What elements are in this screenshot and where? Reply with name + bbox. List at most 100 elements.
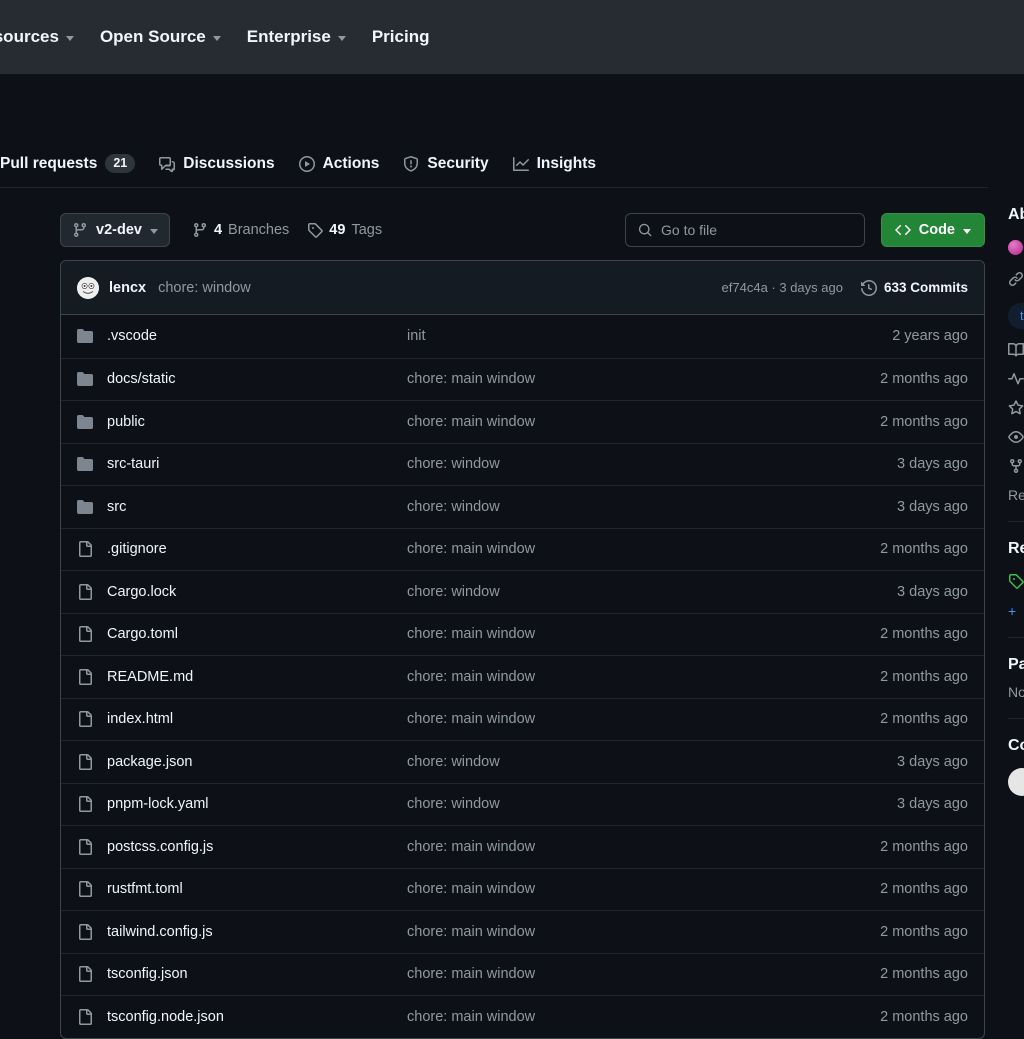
file-commit-message[interactable]: init bbox=[407, 328, 892, 344]
file-row[interactable]: package.json chore: window 3 days ago bbox=[61, 740, 984, 783]
avatar[interactable] bbox=[1008, 768, 1024, 796]
tab-insights[interactable]: Insights bbox=[512, 154, 596, 173]
file-row[interactable]: src chore: window 3 days ago bbox=[61, 485, 984, 528]
homepage-link[interactable]: https:// bbox=[1008, 271, 1024, 287]
file-name[interactable]: README.md bbox=[107, 669, 407, 685]
tags-count: 49 bbox=[329, 222, 346, 238]
tag-icon bbox=[1009, 573, 1024, 589]
commit-message[interactable]: chore: window bbox=[158, 280, 251, 296]
go-to-file-search[interactable] bbox=[624, 213, 865, 247]
file-row[interactable]: rustfmt.toml chore: main window 2 months a… bbox=[61, 867, 984, 911]
file-row[interactable]: src-tauri chore: window 3 days ago bbox=[61, 442, 984, 486]
file-icon bbox=[79, 753, 92, 770]
tags-link[interactable]: 49 Tags bbox=[307, 222, 382, 238]
file-name[interactable]: package.json bbox=[107, 754, 407, 770]
file-row[interactable]: tsconfig.json chore: main window 2 months … bbox=[61, 952, 984, 996]
repo-description: Wrapper bbox=[1008, 238, 1024, 258]
file-commit-message[interactable]: chore: main window bbox=[407, 371, 880, 387]
tab-discussions[interactable]: Discussions bbox=[159, 154, 275, 173]
file-commit-message[interactable]: chore: main window bbox=[407, 839, 880, 855]
file-name[interactable]: postcss.config.js bbox=[107, 839, 407, 855]
global-nav-label: Resources bbox=[0, 27, 59, 46]
sidebar-stat-stars[interactable]: Stars bbox=[1008, 400, 1024, 416]
go-to-file-input[interactable] bbox=[661, 222, 852, 238]
file-commit-age: 2 months ago bbox=[880, 668, 968, 685]
global-nav-item-open-source[interactable]: Open Source bbox=[100, 27, 221, 47]
file-row[interactable]: pnpm-lock.yaml chore: window 3 days ago bbox=[61, 782, 984, 826]
add-release-button[interactable]: + bbox=[1008, 603, 1024, 619]
file-name[interactable]: docs/static bbox=[107, 371, 407, 387]
file-name[interactable]: Cargo.toml bbox=[107, 626, 407, 642]
global-nav-item-resources[interactable]: Resources bbox=[0, 27, 74, 47]
file-commit-message[interactable]: chore: main window bbox=[407, 541, 880, 557]
file-name[interactable]: src bbox=[107, 499, 407, 515]
file-row[interactable]: postcss.config.js chore: main window 2 mon… bbox=[61, 825, 984, 868]
avatar[interactable] bbox=[77, 276, 99, 299]
crystal-ball-icon bbox=[1008, 240, 1023, 255]
file-commit-message[interactable]: chore: main window bbox=[407, 414, 880, 430]
file-row[interactable]: tailwind.config.js chore: main window 2 mo… bbox=[61, 910, 984, 953]
file-row[interactable]: .gitignore chore: main window 2 months ago bbox=[61, 527, 984, 571]
file-name[interactable]: rustfmt.toml bbox=[107, 881, 407, 897]
file-name[interactable]: .vscode bbox=[107, 328, 407, 344]
branches-link[interactable]: 4 Branches bbox=[192, 222, 289, 238]
sidebar-stat-activity[interactable]: Activity bbox=[1008, 371, 1024, 387]
tab-label: Insights bbox=[536, 154, 596, 172]
file-commit-message[interactable]: chore: window bbox=[407, 796, 897, 812]
tab-actions[interactable]: Actions bbox=[298, 155, 379, 173]
file-icon-wrap bbox=[77, 668, 93, 685]
file-commit-message[interactable]: chore: window bbox=[407, 499, 897, 515]
file-row[interactable]: README.md chore: main window 2 months ago bbox=[61, 655, 984, 698]
file-name[interactable]: pnpm-lock.yaml bbox=[107, 796, 407, 812]
file-commit-message[interactable]: chore: window bbox=[407, 456, 897, 472]
git-branch-icon bbox=[73, 223, 86, 238]
file-icon bbox=[79, 668, 92, 685]
sidebar-stat-watching[interactable]: Watching bbox=[1008, 429, 1024, 445]
file-row[interactable]: public chore: main window 2 months ago bbox=[61, 400, 984, 443]
file-row[interactable]: tsconfig.node.json chore: main window 2 mo… bbox=[61, 995, 984, 1038]
file-commit-age: 3 days ago bbox=[897, 498, 968, 515]
release-item[interactable]: v1 Latest bbox=[1008, 571, 1024, 590]
topic-pill[interactable]: topic bbox=[1008, 303, 1024, 329]
tab-security[interactable]: Security bbox=[403, 155, 489, 173]
file-name[interactable]: index.html bbox=[107, 711, 407, 727]
sidebar-stat-readme[interactable]: Readme bbox=[1008, 342, 1024, 358]
sidebar-stat-forks[interactable]: Forks bbox=[1008, 458, 1024, 474]
global-nav-item-enterprise[interactable]: Enterprise bbox=[247, 27, 346, 47]
code-button[interactable]: Code bbox=[880, 213, 985, 247]
file-row[interactable]: .vscode init 2 years ago bbox=[61, 315, 984, 358]
report-repository-link[interactable]: Report repository bbox=[1008, 487, 1024, 503]
file-name[interactable]: public bbox=[107, 414, 407, 430]
file-commit-message[interactable]: chore: main window bbox=[407, 1009, 880, 1025]
global-nav-item-pricing[interactable]: Pricing bbox=[372, 27, 430, 47]
file-row[interactable]: Cargo.toml chore: main window 2 months ago bbox=[61, 612, 984, 656]
file-name[interactable]: tsconfig.node.json bbox=[107, 1009, 407, 1025]
file-name[interactable]: Cargo.lock bbox=[107, 584, 407, 600]
file-commit-message[interactable]: chore: main window bbox=[407, 966, 880, 982]
file-icon bbox=[79, 881, 92, 898]
tab-label: Discussions bbox=[183, 154, 275, 172]
file-commit-message[interactable]: chore: window bbox=[407, 584, 897, 600]
file-name[interactable]: tsconfig.json bbox=[107, 966, 407, 982]
branch-name: v2-dev bbox=[96, 222, 142, 238]
chevron-down-icon bbox=[212, 36, 221, 41]
file-name[interactable]: src-tauri bbox=[107, 456, 407, 472]
commit-author[interactable]: lencx bbox=[109, 280, 146, 296]
tab-pull-requests[interactable]: Pull requests 21 bbox=[0, 154, 136, 173]
file-commit-message[interactable]: chore: main window bbox=[407, 881, 880, 897]
file-commit-message[interactable]: chore: main window bbox=[407, 626, 880, 642]
folder-icon-wrap bbox=[77, 414, 93, 430]
file-row[interactable]: index.html chore: main window 2 months ago bbox=[61, 697, 984, 741]
file-name[interactable]: .gitignore bbox=[107, 541, 407, 557]
file-commit-message[interactable]: chore: main window bbox=[407, 711, 880, 727]
file-commit-message[interactable]: chore: main window bbox=[407, 669, 880, 685]
global-nav-label: Enterprise bbox=[246, 27, 331, 46]
file-commit-message[interactable]: chore: main window bbox=[407, 924, 880, 940]
commit-sha-and-time[interactable]: ef74c4a · 3 days ago bbox=[722, 280, 843, 295]
file-row[interactable]: docs/static chore: main window 2 months ag… bbox=[61, 357, 984, 401]
commits-count-link[interactable]: 633 Commits bbox=[860, 279, 968, 296]
file-row[interactable]: Cargo.lock chore: window 3 days ago bbox=[61, 570, 984, 613]
branch-selector-button[interactable]: v2-dev bbox=[60, 213, 170, 247]
file-name[interactable]: tailwind.config.js bbox=[107, 924, 407, 940]
file-commit-message[interactable]: chore: window bbox=[407, 754, 897, 770]
